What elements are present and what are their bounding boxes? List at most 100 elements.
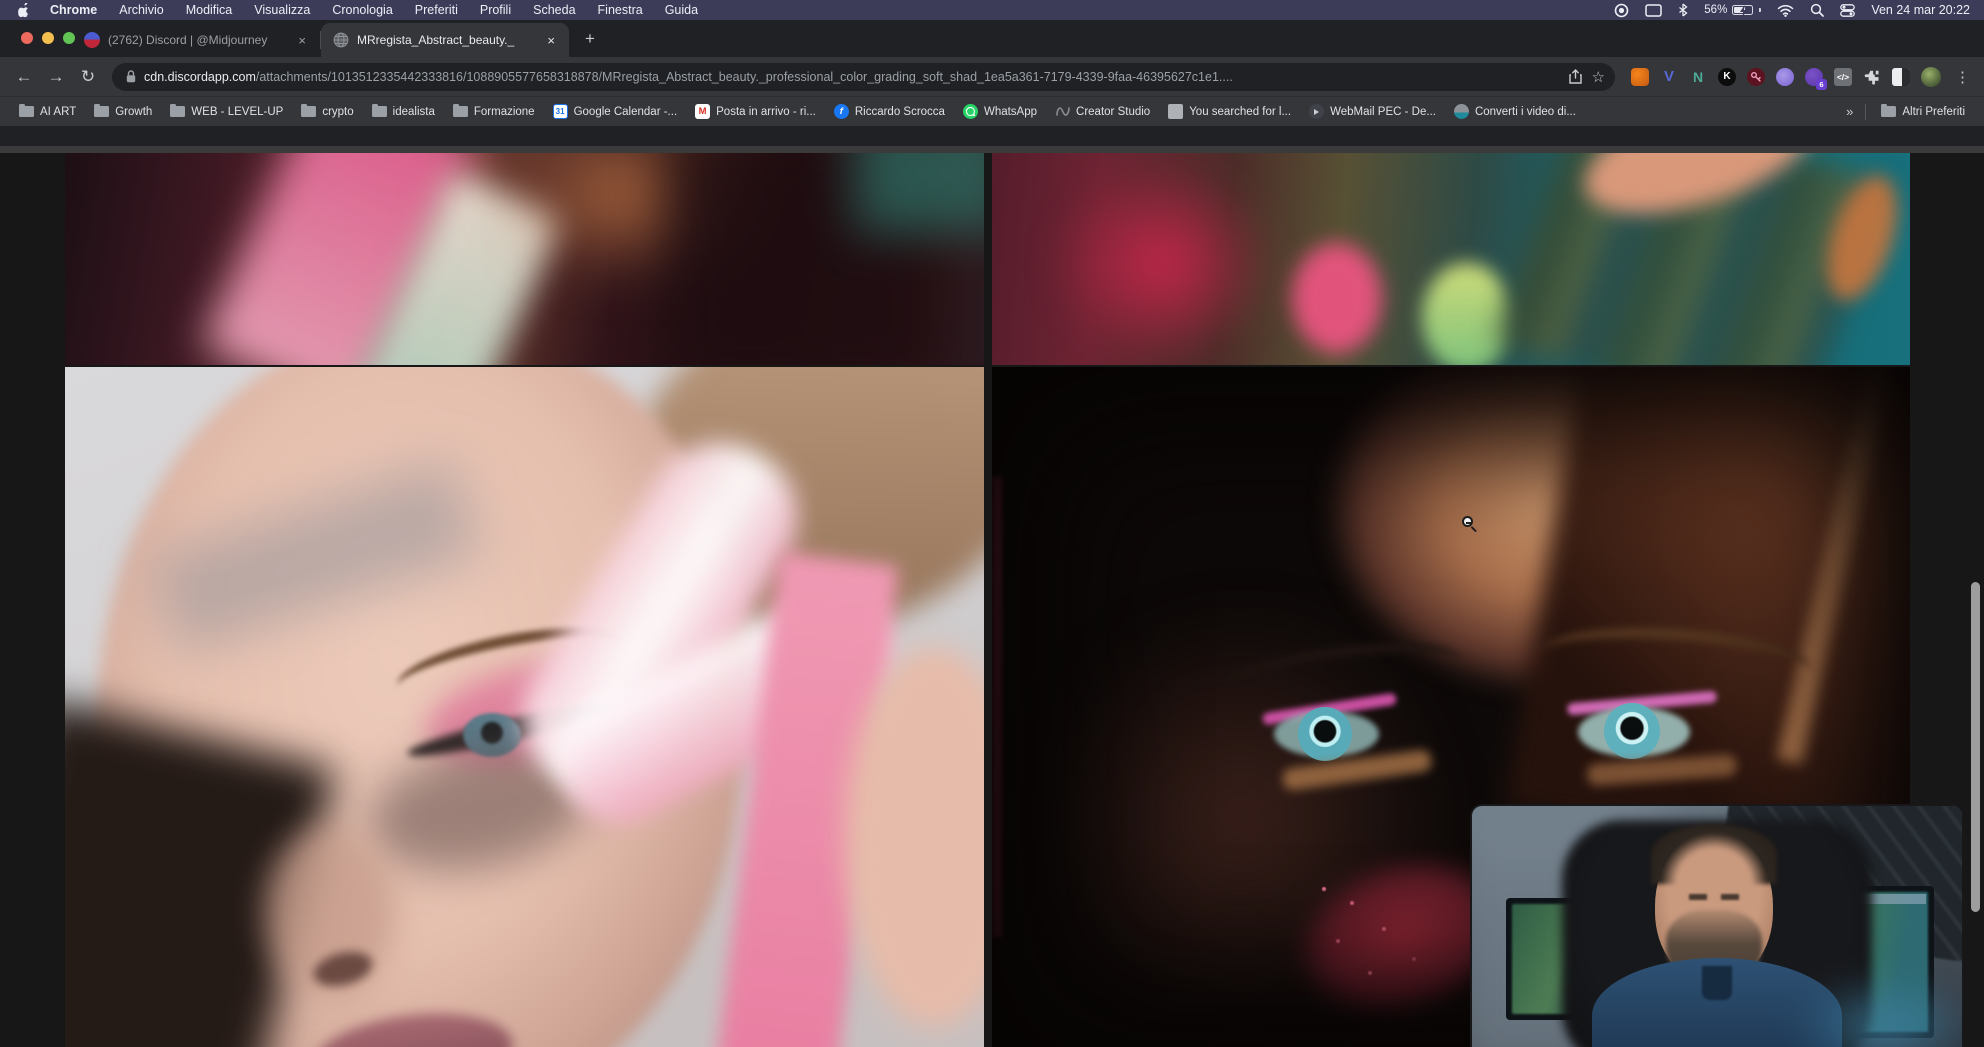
charging-bolt-icon — [1739, 5, 1748, 17]
folder-icon — [453, 106, 468, 117]
art-green-heart-bokeh — [1422, 263, 1512, 365]
share-icon[interactable] — [1569, 69, 1582, 84]
bookmark-crypto[interactable]: crypto — [292, 101, 362, 123]
grid-image-top-right[interactable] — [992, 153, 1910, 365]
bookmark-label: crypto — [322, 106, 353, 118]
bookmark-whatsapp[interactable]: WhatsApp — [954, 101, 1046, 123]
bookmark-label: Formazione — [474, 106, 535, 118]
back-button[interactable]: ← — [10, 63, 38, 91]
bluetooth-icon[interactable] — [1678, 2, 1688, 18]
bookmarks-bar: AI ART Growth WEB - LEVEL-UP crypto idea… — [0, 96, 1984, 126]
bookmark-label: AI ART — [40, 106, 76, 118]
puzzle-icon[interactable] — [1863, 68, 1881, 86]
menu-guida[interactable]: Guida — [654, 0, 709, 20]
reload-button[interactable]: ↻ — [74, 63, 102, 91]
browser-menu-button[interactable]: ⋮ — [1951, 68, 1974, 86]
bookmark-you-searched[interactable]: You searched for l... — [1159, 101, 1300, 123]
webcam-corner-glow — [1792, 972, 1962, 1047]
gmail-icon: M — [695, 104, 710, 119]
menu-clock[interactable]: Ven 24 mar 20:22 — [1871, 3, 1970, 17]
wings-icon[interactable]: V — [1660, 68, 1678, 86]
apple-logo-icon[interactable] — [18, 3, 31, 18]
vertical-scrollbar-thumb[interactable] — [1971, 582, 1980, 912]
bookmark-converti-video[interactable]: Converti i video di... — [1445, 101, 1585, 123]
bookmark-web-level-up[interactable]: WEB - LEVEL-UP — [161, 101, 292, 123]
cat-icon[interactable] — [1776, 68, 1794, 86]
bookmark-facebook[interactable]: f Riccardo Scrocca — [825, 101, 954, 123]
menu-profili[interactable]: Profili — [469, 0, 522, 20]
bookmark-label: WebMail PEC - De... — [1330, 106, 1436, 118]
art-teal-corner — [854, 153, 984, 233]
battery-indicator[interactable]: 56% — [1704, 4, 1761, 16]
control-center-icon[interactable] — [1840, 2, 1855, 18]
bookmark-ai-art[interactable]: AI ART — [10, 101, 85, 123]
menu-left: Chrome Archivio Modifica Visualizza Cron… — [0, 0, 709, 20]
bookmark-star-icon[interactable]: ☆ — [1592, 68, 1605, 86]
menu-archivio[interactable]: Archivio — [108, 0, 174, 20]
spotlight-icon[interactable] — [1810, 2, 1824, 18]
bookmark-label: WhatsApp — [984, 106, 1037, 118]
globe-icon — [333, 32, 349, 48]
bookmark-label: WEB - LEVEL-UP — [191, 106, 283, 118]
profile-avatar[interactable] — [1921, 67, 1941, 87]
k-circle-icon[interactable]: K — [1718, 68, 1736, 86]
bookmark-label: Riccardo Scrocca — [855, 106, 945, 118]
grid-image-top-left[interactable] — [65, 153, 984, 365]
tab-discord[interactable]: (2762) Discord | @Midjourney × — [72, 23, 320, 57]
window-controls — [21, 32, 75, 44]
forward-button[interactable]: → — [42, 63, 70, 91]
wifi-icon[interactable] — [1777, 2, 1794, 18]
browser-toolbar: ← → ↻ cdn.discordapp.com/attachments/101… — [0, 57, 1984, 96]
extensions-row: V N K 6 </> — [1625, 67, 1947, 87]
bookmark-label: You searched for l... — [1189, 106, 1291, 118]
bookmarks-overflow-button[interactable]: » — [1840, 104, 1859, 119]
battery-percent: 56% — [1704, 4, 1727, 16]
new-tab-button[interactable]: + — [577, 26, 603, 52]
record-icon[interactable] — [1614, 2, 1629, 18]
battery-cap — [1759, 8, 1761, 12]
webcam-overlay[interactable] — [1472, 806, 1962, 1047]
menu-visualizza[interactable]: Visualizza — [243, 0, 321, 20]
url-text[interactable]: cdn.discordapp.com/attachments/101351233… — [144, 70, 1561, 84]
menu-scheda[interactable]: Scheda — [522, 0, 586, 20]
metamask-icon[interactable] — [1631, 68, 1649, 86]
macos-menu-bar: Chrome Archivio Modifica Visualizza Cron… — [0, 0, 1984, 20]
magnifier-handle — [1470, 526, 1477, 533]
address-bar[interactable]: cdn.discordapp.com/attachments/101351233… — [112, 63, 1615, 91]
bookmark-idealista[interactable]: idealista — [363, 101, 444, 123]
close-tab-icon[interactable]: × — [294, 32, 310, 49]
url-path: /attachments/1013512335442333816/1088905… — [256, 70, 1233, 84]
minimize-window-button[interactable] — [42, 32, 54, 44]
bookmark-webmail-pec[interactable]: WebMail PEC - De... — [1300, 101, 1445, 123]
bookmark-growth[interactable]: Growth — [85, 101, 161, 123]
bookmark-gmail[interactable]: M Posta in arrivo - ri... — [686, 101, 825, 123]
menu-cronologia[interactable]: Cronologia — [321, 0, 403, 20]
zoom-out-cursor — [1462, 516, 1482, 536]
menu-chrome[interactable]: Chrome — [39, 0, 108, 20]
menu-finestra[interactable]: Finestra — [587, 0, 654, 20]
menu-modifica[interactable]: Modifica — [175, 0, 244, 20]
n-icon[interactable]: N — [1689, 68, 1707, 86]
key-icon[interactable] — [1747, 68, 1765, 86]
screen: Chrome Archivio Modifica Visualizza Cron… — [0, 0, 1984, 1047]
display-mirroring-icon[interactable] — [1645, 2, 1662, 18]
side-panel-icon[interactable] — [1892, 68, 1910, 86]
bookmark-google-calendar[interactable]: 31Google Calendar -... — [544, 101, 687, 123]
folder-icon — [1881, 106, 1896, 117]
purple-badge-6-icon[interactable]: 6 — [1805, 68, 1823, 86]
folder-icon — [94, 106, 109, 117]
grid-image-bottom-left[interactable] — [65, 367, 984, 1047]
image-viewer[interactable] — [0, 146, 1984, 1047]
close-tab-icon[interactable]: × — [543, 32, 559, 49]
folder-icon — [372, 106, 387, 117]
bookmark-label: Posta in arrivo - ri... — [716, 106, 816, 118]
bookmark-creator-studio[interactable]: Creator Studio — [1046, 101, 1159, 123]
menu-preferiti[interactable]: Preferiti — [404, 0, 469, 20]
facebook-icon: f — [834, 104, 849, 119]
tab-title: (2762) Discord | @Midjourney — [108, 33, 286, 47]
other-bookmarks-button[interactable]: Altri Preferiti — [1872, 101, 1974, 123]
close-window-button[interactable] — [21, 32, 33, 44]
bookmark-formazione[interactable]: Formazione — [444, 101, 544, 123]
tab-image-active[interactable]: MRregista_Abstract_beauty._ × — [321, 23, 569, 57]
code-icon[interactable]: </> — [1834, 68, 1852, 86]
